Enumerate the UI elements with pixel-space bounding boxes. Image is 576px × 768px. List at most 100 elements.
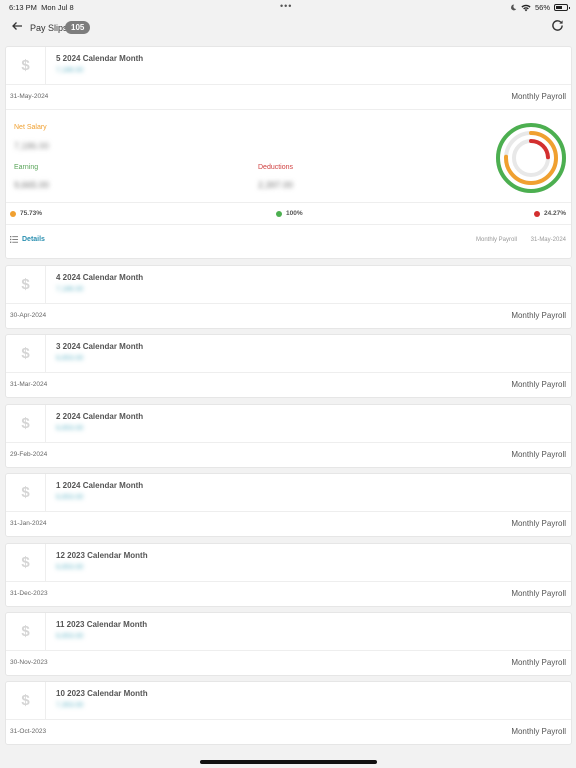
- payslip-date: 31-Oct-2023: [10, 728, 47, 736]
- payslip-month: 12 2023 Calendar Month: [56, 550, 148, 560]
- legend-deductions-value: 24.27%: [543, 210, 566, 217]
- battery-percent: 56%: [534, 3, 550, 12]
- status-time: 6:13 PM Mon Jul 8: [9, 3, 74, 12]
- payslip-month: 2 2024 Calendar Month: [56, 411, 144, 421]
- salary-summary: Net Salary 7,186.00 Earning 9,665.00 Ded…: [6, 109, 571, 202]
- payslip-type: Monthly Payroll: [511, 658, 566, 667]
- payslip-type: Monthly Payroll: [511, 727, 566, 737]
- payslip-footer: 31-Mar-2024 Monthly Payroll: [6, 373, 571, 397]
- payslip-type: Monthly Payroll: [511, 380, 566, 390]
- payslip-type: Monthly Payroll: [511, 519, 566, 529]
- payslip-footer: 31-Jan-2024 Monthly Payroll: [6, 512, 571, 536]
- payslip-date: 31-Mar-2024: [10, 381, 48, 389]
- payslip-card[interactable]: $10 2023 Calendar Month 7,353.00 31-Oct-20…: [5, 681, 572, 746]
- net-salary-value: 7,186.00: [14, 141, 50, 151]
- payslip-card-expanded[interactable]: $ 5 2024 Calendar Month 7,186.00 31-May-…: [5, 46, 572, 259]
- payslip-type: Monthly Payroll: [511, 588, 566, 598]
- back-arrow-icon[interactable]: [11, 20, 25, 34]
- legend-deductions-dot: [533, 210, 540, 217]
- page-title: Pay Slips: [30, 23, 68, 33]
- moon-icon: [511, 4, 517, 11]
- status-right: 56%: [510, 3, 570, 12]
- payslip-amount: 6,653.00: [56, 494, 84, 502]
- deductions-value: 2,397.00: [258, 180, 294, 190]
- net-salary-label: Net Salary: [14, 124, 47, 131]
- payslip-header: $ 5 2024 Calendar Month 7,186.00: [6, 47, 571, 85]
- payslip-date: 31-Jan-2024: [10, 520, 47, 528]
- payslip-header: $12 2023 Calendar Month 6,653.00: [6, 543, 571, 582]
- status-bar: 6:13 PM Mon Jul 8 ••• 56%: [0, 0, 576, 14]
- payslip-date: 30-Nov-2023: [10, 659, 48, 666]
- payslip-month: 1 2024 Calendar Month: [56, 481, 144, 491]
- payslip-month: 11 2023 Calendar Month: [56, 620, 148, 629]
- payslip-amount: 6,653.00: [56, 424, 84, 432]
- payslip-card[interactable]: $2 2024 Calendar Month 6,653.00 29-Feb-202…: [5, 403, 572, 468]
- home-indicator[interactable]: [200, 760, 377, 764]
- payslip-amount: 7,353.00: [56, 702, 84, 710]
- payslip-amount: 6,653.00: [56, 633, 84, 640]
- payslip-header: $1 2024 Calendar Month 6,653.00: [6, 474, 571, 513]
- status-time-text: 6:13 PM: [9, 3, 37, 12]
- payslip-date: 31-May-2024: [10, 93, 49, 100]
- payslip-header: $4 2024 Calendar Month 7,186.00: [6, 266, 571, 304]
- dollar-icon: $: [6, 47, 46, 84]
- earning-value: 9,665.00: [14, 180, 50, 190]
- payslip-month: 3 2024 Calendar Month: [56, 342, 144, 352]
- payslip-date: 31-Dec-2023: [10, 589, 48, 597]
- payslip-amount: 6,653.00: [56, 355, 84, 363]
- payslip-header: $3 2024 Calendar Month 6,653.00: [6, 335, 571, 374]
- payslip-footer: 29-Feb-2024 Monthly Payroll: [6, 443, 571, 467]
- payslip-type: Monthly Payroll: [511, 92, 566, 101]
- payslip-date: 30-Apr-2024: [10, 312, 47, 319]
- refresh-icon[interactable]: [551, 19, 565, 33]
- payslip-header: $10 2023 Calendar Month 7,353.00: [6, 682, 571, 721]
- payslip-footer: 30-Apr-2024 Monthly Payroll: [6, 304, 571, 328]
- payslip-type: Monthly Payroll: [511, 449, 566, 459]
- count-badge: 105: [65, 21, 91, 34]
- details-link[interactable]: Details: [22, 236, 45, 243]
- salary-ring-chart: [496, 123, 566, 193]
- payslip-footer: 31-Dec-2023 Monthly Payroll: [6, 582, 571, 606]
- payslip-date: 29-Feb-2024: [10, 450, 48, 458]
- payslip-month: 5 2024 Calendar Month: [56, 54, 144, 63]
- payslip-card[interactable]: $1 2024 Calendar Month 6,653.00 31-Jan-202…: [5, 473, 572, 538]
- payslip-amount: 7,186.00: [56, 286, 84, 293]
- status-date-text: Mon Jul 8: [41, 3, 74, 12]
- payslip-month: 10 2023 Calendar Month: [56, 689, 148, 699]
- legend-net-value: 75.73%: [20, 210, 43, 217]
- legend-net-dot: [10, 210, 16, 217]
- payslip-month: 4 2024 Calendar Month: [56, 273, 144, 282]
- dollar-icon: $: [6, 682, 46, 720]
- app-bar: Pay Slips 105: [0, 14, 576, 44]
- payslip-amount: 6,653.00: [56, 563, 84, 571]
- dollar-icon: $: [6, 335, 46, 373]
- payslip-card[interactable]: $3 2024 Calendar Month 6,653.00 31-Mar-202…: [5, 334, 572, 399]
- earning-label: Earning: [14, 164, 39, 171]
- deductions-label: Deductions: [258, 164, 294, 171]
- payslip-card[interactable]: $11 2023 Calendar Month 6,653.00 30-Nov-20…: [5, 612, 572, 676]
- dollar-icon: $: [6, 543, 46, 581]
- details-type: Monthly Payroll: [475, 237, 517, 243]
- legend-total-dot: [276, 210, 282, 217]
- payslip-footer: 31-Oct-2023 Monthly Payroll: [6, 720, 571, 744]
- details-row[interactable]: Details Monthly Payroll 31-May-2024: [6, 224, 571, 258]
- dollar-icon: $: [6, 613, 46, 650]
- payslip-footer: 31-May-2024 Monthly Payroll: [6, 85, 571, 109]
- legend-total-value: 100%: [286, 210, 303, 217]
- payslip-amount: 7,186.00: [56, 67, 84, 74]
- legend-net: 75.73%: [10, 210, 42, 217]
- dollar-icon: $: [6, 266, 46, 303]
- payslip-type: Monthly Payroll: [511, 311, 566, 320]
- dollar-icon: $: [6, 474, 46, 512]
- payslip-card[interactable]: $12 2023 Calendar Month 6,653.00 31-Dec-20…: [5, 542, 572, 607]
- payslip-header: $11 2023 Calendar Month 6,653.00: [6, 613, 571, 651]
- multitask-dots-icon[interactable]: •••: [280, 1, 292, 11]
- payslip-footer: 30-Nov-2023 Monthly Payroll: [6, 651, 571, 675]
- details-date: 31-May-2024: [530, 237, 566, 243]
- dollar-icon: $: [6, 404, 46, 442]
- legend-deductions: 24.27%: [533, 210, 566, 217]
- percent-legend: 75.73% 100% 24.27%: [6, 202, 571, 224]
- payslip-card[interactable]: $4 2024 Calendar Month 7,186.00 30-Apr-202…: [5, 265, 572, 329]
- payslip-header: $2 2024 Calendar Month 6,653.00: [6, 404, 571, 443]
- battery-icon: [554, 4, 570, 11]
